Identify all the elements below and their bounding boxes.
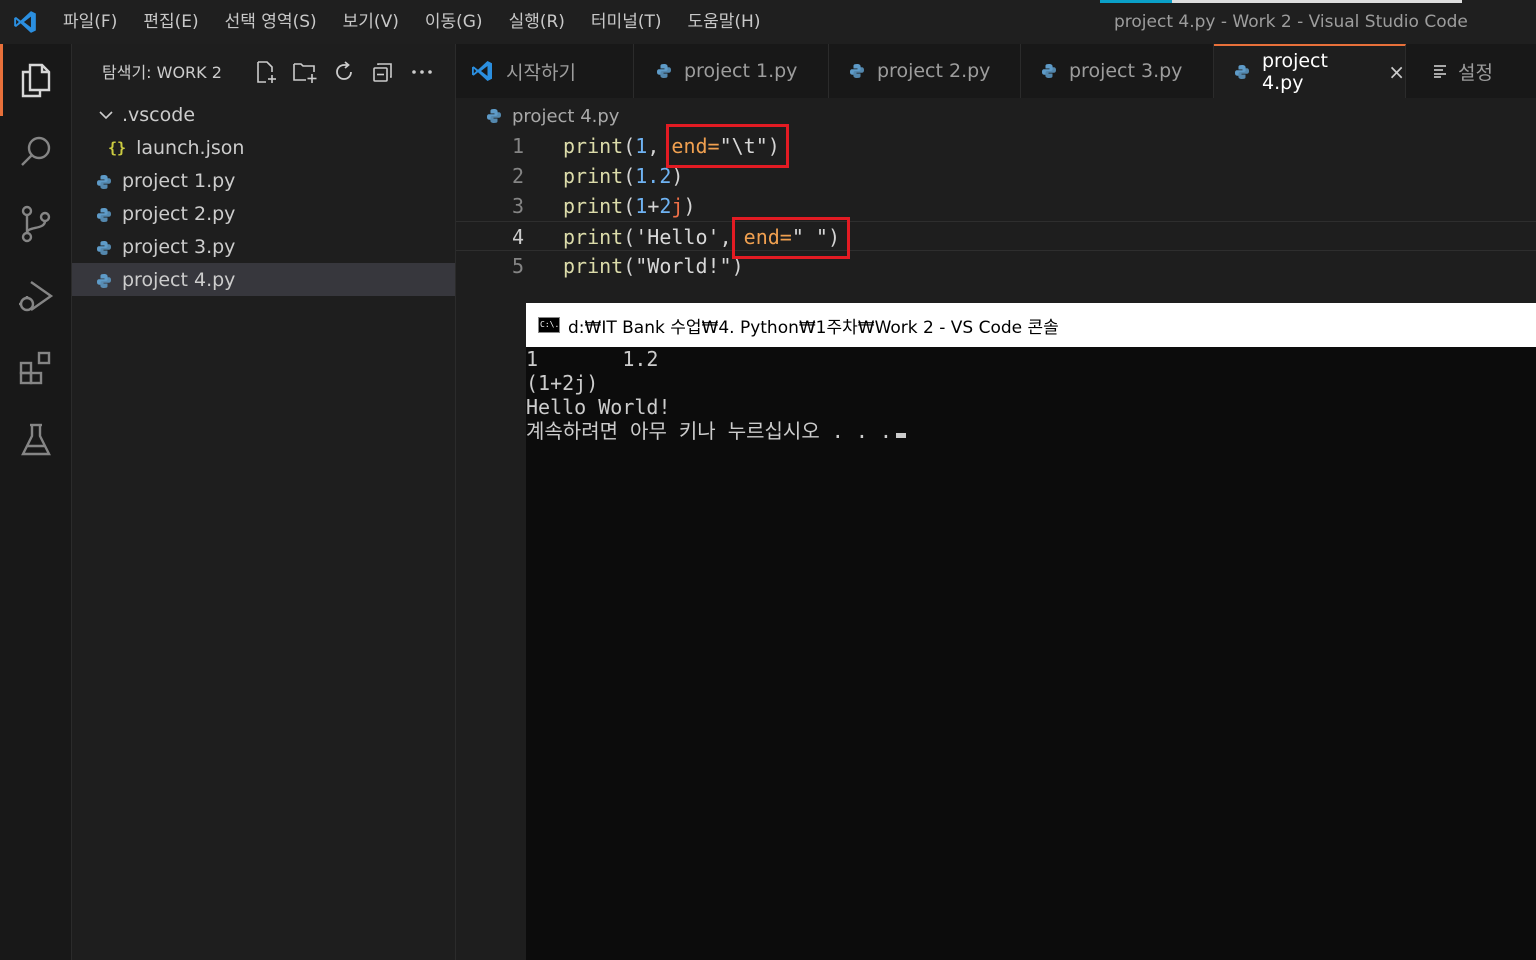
tree-file-launch-json[interactable]: {} launch.json [72, 131, 455, 164]
tree-item-label: project 2.py [122, 202, 236, 225]
code-text: print(1+2j) [563, 194, 696, 218]
explorer-sidebar: 탐색기: WORK 2 .vscode {} launch.json proje… [72, 44, 456, 960]
python-file-icon [96, 239, 112, 255]
menu-go[interactable]: 이동(G) [412, 0, 496, 44]
testing-icon[interactable] [0, 404, 72, 476]
code-line-4[interactable]: 4 print('Hello', end=" ") [456, 221, 1536, 251]
console-title-bar[interactable]: C:\. d:₩IT Bank 수업₩4. Python₩1주차₩Work 2 … [526, 303, 1536, 347]
tree-file-project-1[interactable]: project 1.py [72, 164, 455, 197]
highlight-box-line-4 [732, 217, 850, 259]
code-line-5[interactable]: 5 print("World!") [456, 251, 1536, 281]
code-line-3[interactable]: 3 print(1+2j) [456, 191, 1536, 221]
activity-bar [0, 44, 72, 960]
menu-bar: 파일(F) 편집(E) 선택 영역(S) 보기(V) 이동(G) 실행(R) 터… [50, 0, 773, 44]
line-number: 2 [511, 164, 524, 188]
tab-label: project 4.py [1262, 50, 1328, 94]
window-title: project 4.py - Work 2 - Visual Studio Co… [1114, 12, 1468, 32]
new-folder-icon[interactable] [291, 58, 318, 85]
tree-file-project-4[interactable]: project 4.py [72, 263, 455, 296]
collapse-all-icon[interactable] [369, 58, 396, 85]
tab-label: project 2.py [877, 60, 991, 82]
tree-file-project-2[interactable]: project 2.py [72, 197, 455, 230]
more-actions-icon[interactable] [408, 58, 435, 85]
python-file-icon [849, 63, 865, 79]
search-icon[interactable] [0, 116, 72, 188]
menu-terminal[interactable]: 터미널(T) [578, 0, 675, 44]
tab-project-2-content[interactable]: project 2.py [829, 44, 1021, 98]
line-number: 5 [511, 254, 524, 278]
python-file-icon [96, 173, 112, 189]
menu-file[interactable]: 파일(F) [50, 0, 130, 44]
tab-label: project 1.py [684, 60, 798, 82]
refresh-icon[interactable] [330, 58, 357, 85]
console-line: (1+2j) [526, 371, 599, 395]
run-debug-icon[interactable] [0, 260, 72, 332]
tree-folder-vscode[interactable]: .vscode [72, 98, 455, 131]
menu-help[interactable]: 도움말(H) [675, 0, 774, 44]
code-line-2[interactable]: 2 print(1.2) [456, 161, 1536, 191]
tree-file-project-3[interactable]: project 3.py [72, 230, 455, 263]
tab-label: project 3.py [1069, 60, 1183, 82]
json-file-icon: {} [108, 138, 127, 157]
explorer-icon[interactable] [0, 44, 72, 116]
console-prompt-text: 계속하려면 아무 키나 누르십시오 . . . [526, 419, 892, 443]
python-file-icon [656, 63, 672, 79]
close-icon[interactable]: × [1388, 60, 1405, 84]
new-file-icon[interactable] [252, 58, 279, 85]
tree-item-label: .vscode [122, 103, 196, 126]
tab-project-4-content[interactable]: project 4.py × [1214, 44, 1406, 98]
cmd-icon: C:\. [538, 317, 560, 333]
console-window[interactable]: C:\. d:₩IT Bank 수업₩4. Python₩1주차₩Work 2 … [526, 303, 1536, 960]
console-output: 1 1.2 (1+2j) Hello World! 계속하려면 아무 키나 누르… [526, 347, 1536, 443]
breadcrumb-file: project 4.py [512, 105, 620, 127]
python-file-icon [1041, 63, 1057, 79]
tree-item-label: project 3.py [122, 235, 236, 258]
code-line-1[interactable]: 1 print(1, end="\t") [456, 131, 1536, 161]
menu-selection[interactable]: 선택 영역(S) [212, 0, 330, 44]
menu-view[interactable]: 보기(V) [330, 0, 412, 44]
extensions-icon[interactable] [0, 332, 72, 404]
tab-project-3-content[interactable]: project 3.py [1021, 44, 1214, 98]
explorer-actions [252, 58, 435, 85]
source-control-icon[interactable] [0, 188, 72, 260]
python-file-icon [96, 272, 112, 288]
line-number: 1 [511, 134, 524, 158]
console-line: 계속하려면 아무 키나 누르십시오 . . . [526, 419, 1536, 443]
tree-item-label: project 1.py [122, 169, 236, 192]
chevron-down-icon [98, 107, 114, 123]
title-bar: 파일(F) 편집(E) 선택 영역(S) 보기(V) 이동(G) 실행(R) 터… [0, 0, 1536, 44]
python-file-icon [96, 206, 112, 222]
python-file-icon [1234, 64, 1250, 80]
tab-settings-content[interactable]: 설정 [1406, 44, 1536, 98]
line-number: 3 [511, 194, 524, 218]
vscode-logo-icon [0, 0, 50, 44]
console-line: Hello World! [526, 395, 671, 419]
menu-run[interactable]: 실행(R) [496, 0, 578, 44]
console-title: d:₩IT Bank 수업₩4. Python₩1주차₩Work 2 - VS … [568, 317, 1059, 338]
code-text: print("World!") [563, 254, 744, 278]
tree-item-label: launch.json [136, 136, 245, 159]
settings-list-icon [1432, 63, 1448, 79]
highlight-box-line-1 [666, 124, 789, 168]
explorer-header: 탐색기: WORK 2 [72, 44, 455, 98]
menu-edit[interactable]: 편집(E) [130, 0, 211, 44]
vscode-logo-icon [470, 59, 494, 83]
tab-getting-started[interactable]: 시작하기 [456, 44, 635, 98]
explorer-title: 탐색기: WORK 2 [102, 63, 222, 82]
line-number: 4 [511, 225, 524, 249]
text-cursor [895, 433, 906, 438]
tab-project-1-content[interactable]: project 1.py [636, 44, 829, 98]
tree-item-label: project 4.py [122, 268, 236, 291]
console-line: 1 1.2 [526, 347, 659, 371]
tab-label: 설정 [1458, 61, 1493, 84]
tab-label: 시작하기 [506, 61, 576, 84]
python-file-icon [486, 108, 502, 124]
breadcrumb[interactable]: project 4.py [486, 104, 619, 128]
